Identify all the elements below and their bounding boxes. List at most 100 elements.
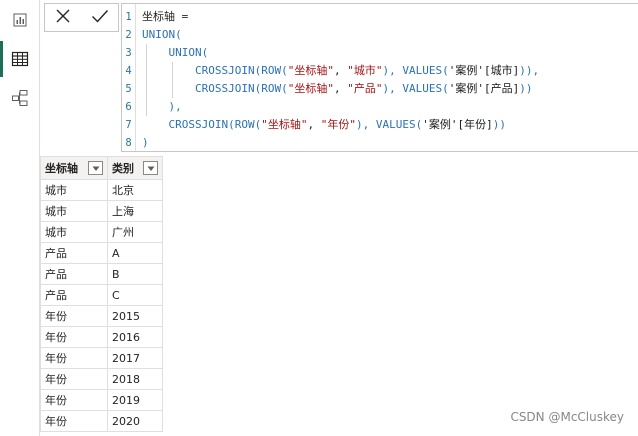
- table-cell[interactable]: C: [107, 284, 163, 306]
- table-cell[interactable]: 年份: [40, 389, 108, 411]
- model-view-button[interactable]: [0, 80, 40, 116]
- code-token: )),: [519, 64, 540, 77]
- code-token: )): [492, 118, 506, 131]
- code-token: ),: [142, 100, 182, 113]
- table-cell[interactable]: 年份: [40, 368, 108, 390]
- column-header-label: 类别: [112, 162, 134, 175]
- table-cell[interactable]: 城市: [40, 200, 108, 222]
- line-number: 7: [125, 119, 132, 131]
- code-token: CROSSJOIN: [142, 118, 229, 131]
- code-token: '案例'[产品]: [448, 82, 520, 95]
- table-row: 年份 2017: [40, 347, 163, 369]
- table-cell[interactable]: 上海: [107, 200, 163, 222]
- table-cell[interactable]: 年份: [40, 326, 108, 348]
- line-number: 6: [125, 101, 132, 113]
- code-token: ROW: [234, 118, 255, 131]
- code-token: VALUES: [402, 64, 443, 77]
- column-header-category[interactable]: 类别: [107, 156, 163, 180]
- table-row: 城市 广州: [40, 221, 163, 243]
- line-number: 1: [125, 11, 132, 23]
- table-row: 产品 C: [40, 284, 163, 306]
- code-line: ),: [142, 98, 182, 116]
- table-cell[interactable]: 年份: [40, 305, 108, 327]
- line-number: 5: [125, 83, 132, 95]
- code-token: ,: [333, 64, 348, 77]
- code-token: "产品": [347, 82, 383, 95]
- table-cell[interactable]: A: [107, 242, 163, 264]
- line-number-gutter: 1 2 3 4 5 6 7 8: [122, 4, 136, 151]
- code-line: UNION(: [142, 44, 208, 62]
- column-header-label: 坐标轴: [45, 162, 78, 175]
- code-token: CROSSJOIN: [142, 64, 255, 77]
- code-token: VALUES: [402, 82, 443, 95]
- table-row: 城市 上海: [40, 200, 163, 222]
- code-token: (: [281, 82, 288, 95]
- column-filter-button[interactable]: [143, 161, 158, 175]
- table-cell[interactable]: 2018: [107, 368, 163, 390]
- table-row: 年份 2016: [40, 326, 163, 348]
- dax-formula-editor[interactable]: 12345678 坐标轴 = UNION( UNION( CROSSJOIN(RO…: [121, 3, 638, 152]
- table-row: 产品 B: [40, 263, 163, 285]
- column-header-axis[interactable]: 坐标轴: [40, 156, 108, 180]
- code-token: "坐标轴": [287, 82, 334, 95]
- code-token: ): [142, 136, 149, 149]
- table-cell[interactable]: 2019: [107, 389, 163, 411]
- code-token: )): [519, 82, 533, 95]
- table-cell[interactable]: 2017: [107, 347, 163, 369]
- code-token: ,: [333, 82, 348, 95]
- code-token: (: [228, 118, 235, 131]
- code-token: (: [442, 82, 449, 95]
- code-token: VALUES: [375, 118, 416, 131]
- table-cell[interactable]: 城市: [40, 221, 108, 243]
- table-cell[interactable]: 产品: [40, 263, 108, 285]
- table-cell[interactable]: 年份: [40, 410, 108, 432]
- close-icon: [55, 8, 71, 28]
- table-cell[interactable]: 2016: [107, 326, 163, 348]
- code-line: 坐标轴 =: [142, 8, 188, 26]
- code-line: CROSSJOIN(ROW("坐标轴", "产品"), VALUES('案例'[…: [142, 80, 533, 98]
- code-token: (: [281, 64, 288, 77]
- checkmark-icon: [91, 8, 109, 28]
- code-token: "年份": [320, 118, 356, 131]
- table-cell[interactable]: 城市: [40, 179, 108, 201]
- table-cell[interactable]: 2020: [107, 410, 163, 432]
- table-cell[interactable]: 年份: [40, 347, 108, 369]
- column-filter-button[interactable]: [88, 161, 103, 175]
- report-view-icon: [12, 12, 28, 28]
- report-view-button[interactable]: [0, 2, 40, 38]
- table-cell[interactable]: 广州: [107, 221, 163, 243]
- code-line: UNION(: [142, 26, 182, 44]
- table-cell[interactable]: 产品: [40, 242, 108, 264]
- table-cell[interactable]: 2015: [107, 305, 163, 327]
- table-cell[interactable]: B: [107, 263, 163, 285]
- table-row: 年份 2018: [40, 368, 163, 390]
- code-token: "坐标轴": [287, 64, 334, 77]
- code-line: ): [142, 134, 149, 152]
- table-row: 年份 2019: [40, 389, 163, 411]
- formula-bar-actions: [44, 3, 119, 32]
- table-cell[interactable]: 北京: [107, 179, 163, 201]
- view-switcher-rail: [0, 0, 40, 436]
- line-number: 4: [125, 65, 132, 77]
- line-number: 2: [125, 29, 132, 41]
- cancel-formula-button[interactable]: [51, 6, 75, 30]
- code-token: 坐标轴 =: [142, 10, 189, 23]
- code-token: UNION: [142, 28, 176, 41]
- dropdown-filter-icon: [92, 162, 100, 175]
- code-token: ROW: [261, 82, 282, 95]
- code-token: (: [442, 64, 449, 77]
- code-token: ),: [355, 118, 376, 131]
- code-token: (: [201, 46, 209, 59]
- code-token: "坐标轴": [261, 118, 308, 131]
- dropdown-filter-icon: [147, 162, 155, 175]
- code-line: CROSSJOIN(ROW("坐标轴", "城市"), VALUES('案例'[…: [142, 62, 539, 80]
- table-row: 年份 2015: [40, 305, 163, 327]
- table-cell[interactable]: 产品: [40, 284, 108, 306]
- model-view-icon: [11, 89, 29, 107]
- code-token: '案例'[年份]: [422, 118, 493, 131]
- commit-formula-button[interactable]: [88, 6, 112, 30]
- table-row: 城市 北京: [40, 179, 163, 201]
- data-view-icon: [11, 51, 29, 67]
- data-view-button[interactable]: [0, 41, 40, 77]
- code-token: ,: [307, 118, 321, 131]
